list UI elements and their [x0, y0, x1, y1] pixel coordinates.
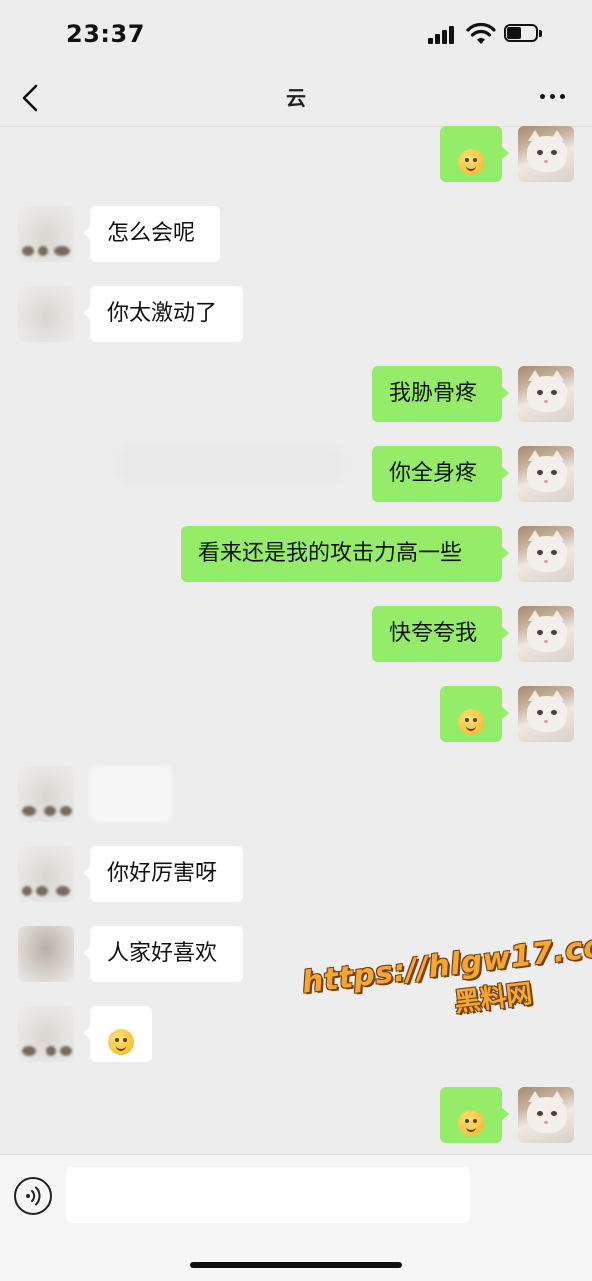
- avatar[interactable]: [518, 366, 574, 422]
- avatar[interactable]: [518, 446, 574, 502]
- message-bubble[interactable]: 你全身疼: [372, 446, 509, 502]
- message-text: 快夸夸我: [389, 621, 478, 646]
- chat-title: 云: [286, 86, 306, 110]
- message-bubble[interactable]: 看来还是我的攻击力高一些: [181, 526, 509, 582]
- avatar[interactable]: [18, 286, 74, 342]
- status-bar: 23:37: [0, 0, 592, 70]
- avatar[interactable]: [18, 926, 74, 982]
- message-text: 人家好喜欢: [107, 941, 218, 966]
- emoji-bubble[interactable]: [440, 686, 509, 742]
- avatar[interactable]: [18, 206, 74, 262]
- avatar[interactable]: [18, 766, 74, 822]
- voice-input-button[interactable]: [14, 1177, 52, 1215]
- message-text: 你全身疼: [389, 461, 478, 486]
- avatar[interactable]: [518, 1087, 574, 1143]
- message-bubble[interactable]: 你好厉害呀: [83, 846, 243, 902]
- wifi-icon: [466, 22, 496, 44]
- cellular-signal-icon: [428, 26, 456, 44]
- hugging-face-icon: [458, 708, 484, 735]
- more-options-icon[interactable]: [536, 84, 570, 110]
- blurred-message[interactable]: [90, 766, 172, 822]
- message-bubble[interactable]: 你太激动了: [83, 286, 243, 342]
- emoji-bubble[interactable]: [440, 126, 509, 182]
- home-indicator[interactable]: [190, 1262, 402, 1268]
- message-bubble[interactable]: 快夸夸我: [372, 606, 509, 662]
- avatar[interactable]: [18, 846, 74, 902]
- blurred-overlay: [116, 444, 346, 484]
- avatar[interactable]: [18, 1006, 74, 1062]
- message-text: 怎么会呢: [107, 221, 196, 246]
- avatar[interactable]: [518, 606, 574, 662]
- message-text: 你好厉害呀: [107, 861, 218, 886]
- chat-header: 云: [0, 70, 592, 127]
- voice-icon: [26, 1186, 41, 1206]
- message-text: 看来还是我的攻击力高一些: [198, 541, 463, 566]
- avatar[interactable]: [518, 526, 574, 582]
- emoji-bubble[interactable]: [83, 1006, 152, 1062]
- message-bubble[interactable]: 人家好喜欢: [83, 926, 243, 982]
- battery-icon: [504, 24, 544, 44]
- avatar[interactable]: [518, 686, 574, 742]
- message-bubble[interactable]: 怎么会呢: [83, 206, 220, 262]
- message-input[interactable]: [66, 1167, 470, 1223]
- watermark: https://hlgw17.com 黑料网: [300, 925, 592, 1037]
- message-bubble[interactable]: 我胁骨疼: [372, 366, 509, 422]
- avatar[interactable]: [518, 126, 574, 182]
- grinning-face-icon: [458, 1109, 484, 1136]
- status-time: 23:37: [66, 20, 145, 48]
- message-text: 我胁骨疼: [389, 381, 478, 406]
- pleading-face-icon: [458, 148, 484, 175]
- message-text: 你太激动了: [107, 301, 218, 326]
- woozy-face-icon: [108, 1028, 134, 1055]
- emoji-bubble[interactable]: [440, 1087, 509, 1143]
